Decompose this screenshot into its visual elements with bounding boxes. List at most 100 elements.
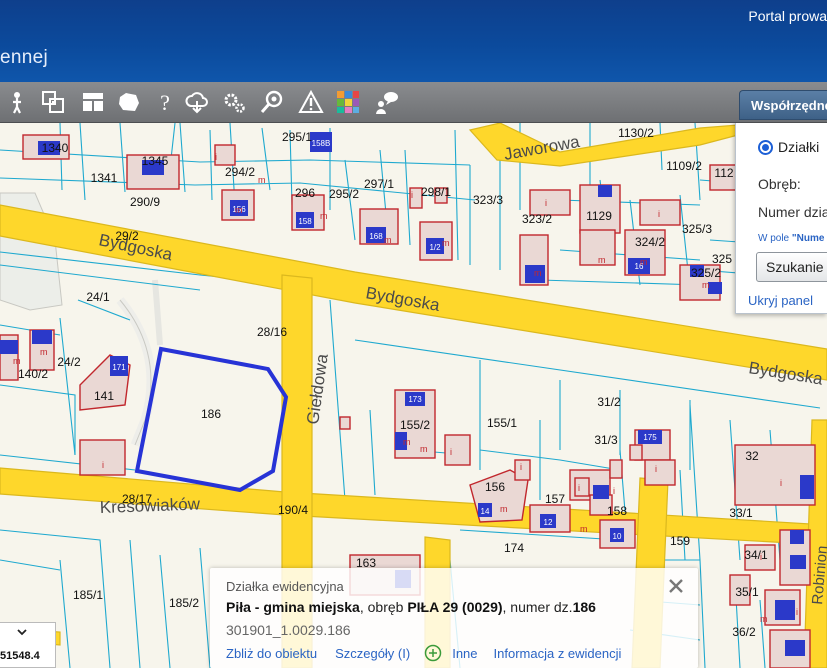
- building-number: 158: [298, 217, 312, 226]
- help-button[interactable]: ?: [150, 86, 180, 118]
- parcel-label: 24/1: [86, 290, 110, 304]
- svg-text:m: m: [534, 268, 542, 278]
- search-panel: Działki Obręb: Numer dzia W pole "Nume S…: [735, 123, 827, 314]
- svg-text:i: i: [760, 552, 762, 562]
- input-hint: W pole "Nume: [758, 233, 824, 244]
- app-header: ennej Portal prowa: [0, 0, 827, 82]
- building-number: 10: [613, 532, 622, 541]
- parcel-label: 155/2: [400, 418, 430, 432]
- parcel-radio-option[interactable]: Działki: [758, 139, 819, 155]
- building-number: 12: [544, 518, 553, 527]
- svg-text:m: m: [640, 257, 648, 267]
- comment-user-icon: [376, 92, 398, 114]
- parcel-info-popup: Działka ewidencyjna Piła - gmina miejska…: [210, 568, 698, 668]
- svg-text:m: m: [580, 524, 588, 534]
- svg-text:m: m: [598, 255, 606, 265]
- svg-text:m: m: [702, 280, 710, 290]
- layers-compare-icon: [42, 91, 64, 113]
- building-number: 1/2: [429, 243, 441, 252]
- parcel-label: 1129: [586, 209, 612, 223]
- popup-title: Działka ewidencyjna: [226, 579, 344, 594]
- building-number: 168: [369, 232, 383, 241]
- parcel-label: 157: [545, 492, 565, 506]
- parcel-label: 185/2: [169, 596, 199, 610]
- svg-text:i: i: [658, 209, 660, 219]
- svg-text:i: i: [780, 478, 782, 488]
- parcel-label: 294/2: [225, 165, 255, 179]
- svg-text:m: m: [420, 444, 428, 454]
- parcel-description: Piła - gmina miejska, obręb PIŁA 29 (002…: [226, 599, 596, 615]
- map-toolbar: ?: [0, 82, 827, 123]
- parcel-label: 323/2: [522, 212, 552, 226]
- parcel-label: 174: [504, 541, 524, 555]
- svg-text:m: m: [403, 437, 411, 447]
- parcel-label: 1340: [42, 141, 69, 155]
- header-brand-text: ennej: [0, 47, 48, 68]
- building-number: 173: [408, 395, 422, 404]
- parcel-label: 158: [607, 504, 627, 518]
- comment-user-button[interactable]: [372, 86, 402, 118]
- parcel-number: 186: [572, 599, 596, 615]
- chevron-down-icon[interactable]: [16, 626, 28, 638]
- parcel-label: 34/1: [744, 548, 768, 562]
- building-number: 158B: [312, 139, 331, 148]
- parcel-label: 36/2: [732, 625, 756, 639]
- parcel-label: 29/2: [115, 229, 139, 243]
- color-palette-button[interactable]: [333, 86, 363, 118]
- map-shape-button[interactable]: [114, 86, 144, 118]
- parcel-label: 325: [712, 252, 732, 266]
- popup-actions: Zbliż do obiektu Szczegóły (I) Inne Info…: [226, 644, 621, 662]
- settings-icon: [224, 93, 245, 113]
- parcel-label: 298/1: [421, 185, 451, 199]
- help-icon: ?: [160, 90, 170, 115]
- parcel-label: 141: [94, 389, 114, 403]
- parcel-label: 323/3: [473, 193, 503, 207]
- parcel-label: 33/1: [729, 506, 753, 520]
- close-icon[interactable]: [666, 576, 686, 596]
- search-zoom-icon: [260, 90, 283, 113]
- parcel-label: 32: [745, 449, 759, 463]
- parcel-label: 1130/2: [618, 126, 654, 140]
- portal-link[interactable]: Portal prowa: [748, 8, 827, 24]
- cloud-download-button[interactable]: [182, 86, 212, 118]
- svg-text:i: i: [520, 462, 522, 472]
- person-pin-icon: [13, 92, 21, 114]
- parcel-label: 1345: [142, 154, 169, 168]
- plus-circle-icon[interactable]: [424, 644, 442, 662]
- layout-icon: [83, 93, 103, 111]
- search-button[interactable]: Szukanie: [756, 252, 827, 282]
- person-pin-button[interactable]: [2, 86, 32, 118]
- hide-panel-link[interactable]: Ukryj panel: [748, 293, 813, 308]
- parcel-label: 112: [714, 166, 733, 180]
- parcel-label: 28/16: [257, 325, 287, 339]
- warning-button[interactable]: [296, 86, 326, 118]
- radio-selected-icon[interactable]: [758, 139, 773, 155]
- svg-text:i: i: [215, 152, 217, 162]
- parcel-number-label: Numer dzia: [758, 204, 827, 220]
- settings-button[interactable]: [219, 86, 249, 118]
- details-link[interactable]: Szczegóły (I): [335, 646, 410, 661]
- parcel-label: 185/1: [73, 588, 103, 602]
- building-number: 171: [112, 363, 126, 372]
- layers-compare-button[interactable]: [38, 86, 68, 118]
- svg-text:m: m: [384, 235, 392, 245]
- other-link[interactable]: Inne: [452, 646, 477, 661]
- tab-coordinates[interactable]: Współrzędne: [739, 90, 827, 120]
- svg-text:m: m: [760, 614, 768, 624]
- svg-text:i: i: [102, 460, 104, 470]
- parcel-label: 186: [201, 407, 221, 421]
- svg-text:i: i: [655, 464, 657, 474]
- coordinate-readout: 51548.4: [0, 622, 56, 668]
- search-zoom-button[interactable]: [257, 86, 287, 118]
- svg-text:m: m: [40, 347, 48, 357]
- layout-button[interactable]: [78, 86, 108, 118]
- parcel-label: 290/9: [130, 195, 160, 209]
- parcel-label: 31/3: [594, 433, 618, 447]
- registry-info-link[interactable]: Informacja z ewidencji: [494, 646, 622, 661]
- precinct-name: PIŁA 29 (0029): [407, 599, 503, 615]
- zoom-to-object-link[interactable]: Zbliż do obiektu: [226, 646, 317, 661]
- color-palette-icon: [337, 91, 359, 113]
- parcel-label: 140/2: [18, 367, 48, 381]
- svg-text:m: m: [235, 205, 243, 215]
- hint-emphasis: "Nume: [791, 233, 825, 244]
